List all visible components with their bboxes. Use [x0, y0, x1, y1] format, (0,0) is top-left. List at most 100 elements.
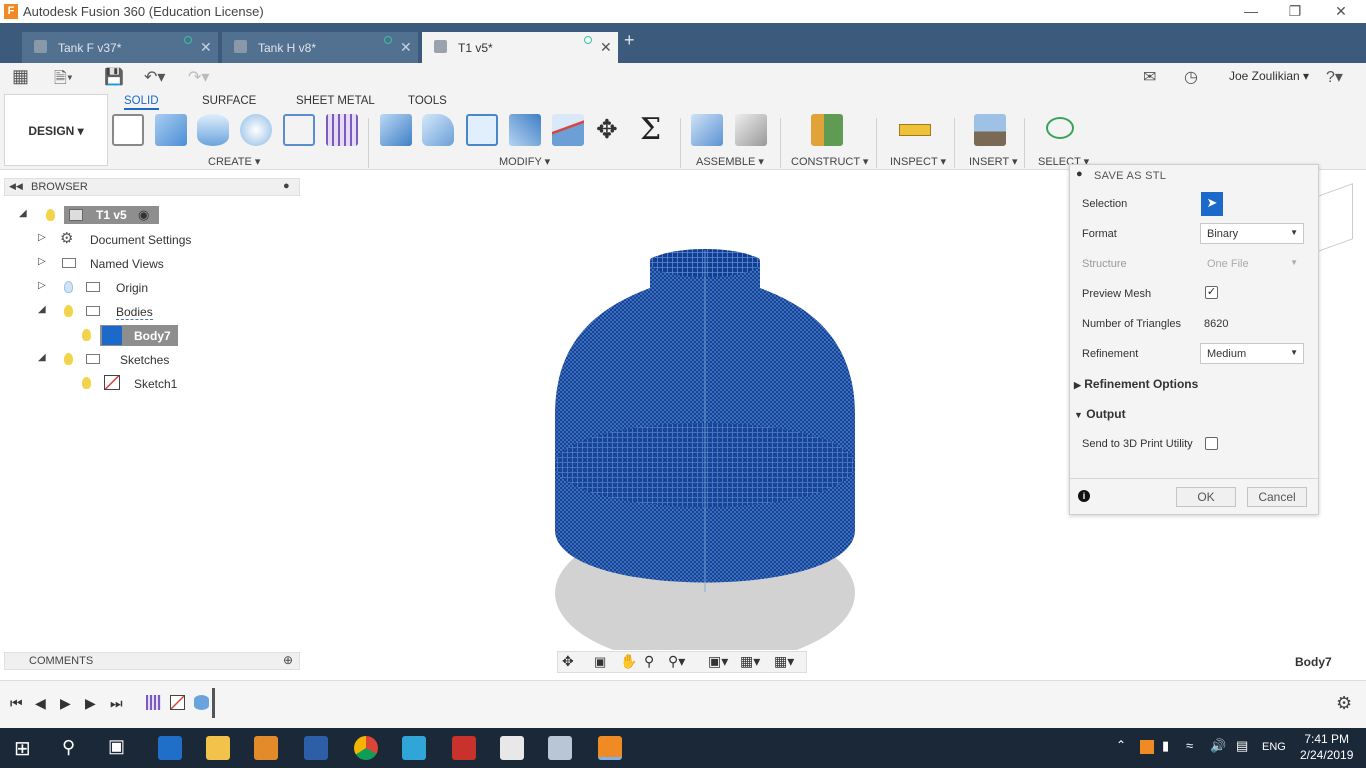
todo-app-icon[interactable] [304, 736, 328, 760]
notifications-icon[interactable]: ✉ [1143, 67, 1156, 87]
browser-item-named-views[interactable]: ▷ Named Views [4, 252, 304, 274]
insert-image-icon[interactable] [974, 114, 1006, 146]
timeline-settings-icon[interactable]: ⚙ [1336, 693, 1352, 714]
media-player-icon[interactable] [254, 736, 278, 760]
new-tab-button[interactable]: + [624, 30, 635, 51]
calculator-icon[interactable] [500, 736, 524, 760]
browser-item-body7[interactable]: Body7 [4, 324, 304, 346]
zoom-icon[interactable]: ⚲ [644, 653, 654, 670]
restore-button[interactable]: ❐ [1272, 0, 1318, 23]
show-hidden-icons[interactable]: ⌃ [1116, 738, 1126, 752]
close-tab-icon[interactable]: ✕ [600, 39, 612, 56]
ok-button[interactable]: OK [1176, 487, 1236, 507]
file-explorer-icon[interactable] [206, 736, 230, 760]
offset-plane-icon[interactable] [811, 114, 843, 146]
step-forward-icon[interactable]: ▶ [85, 695, 96, 712]
close-tab-icon[interactable]: ✕ [200, 39, 212, 56]
language-indicator[interactable]: ENG [1262, 741, 1286, 753]
task-view-icon[interactable]: ▣ [108, 736, 125, 757]
dialog-minimize-icon[interactable]: ● [1076, 168, 1083, 180]
go-to-end-icon[interactable]: ⏭ [110, 695, 123, 712]
create-sketch-icon[interactable] [112, 114, 144, 146]
tab-surface[interactable]: SURFACE [202, 95, 256, 107]
refinement-options-toggle[interactable]: ▶ Refinement Options [1074, 377, 1198, 391]
output-section-toggle[interactable]: ▼ Output [1074, 407, 1126, 421]
comments-panel[interactable]: COMMENTS ⊕ [4, 652, 300, 670]
browser-root[interactable]: ◢ T1 v5 ◉ [4, 204, 304, 226]
split-body-icon[interactable] [552, 114, 584, 146]
tab-solid[interactable]: SOLID [124, 95, 159, 110]
step-back-icon[interactable]: ◀ [35, 695, 46, 712]
tab-t1[interactable]: T1 v5* ✕ [422, 32, 618, 63]
timeline-marker[interactable] [212, 688, 215, 718]
visibility-bulb-icon[interactable] [64, 281, 73, 293]
visibility-bulb-icon[interactable] [64, 305, 73, 317]
taskbar-clock[interactable]: 7:41 PM 2/24/2019 [1300, 731, 1353, 763]
selection-pick-button[interactable]: ➤ [1201, 192, 1223, 216]
play-icon[interactable]: ▶ [60, 695, 71, 712]
grid-icon[interactable]: ▦▾ [740, 653, 760, 670]
parameters-icon[interactable]: Σ [640, 112, 661, 147]
measure-icon[interactable] [899, 124, 931, 136]
sketch-feature-icon[interactable] [170, 695, 185, 710]
add-comment-icon[interactable]: ⊕ [283, 653, 293, 667]
battery-icon[interactable]: ▮ [1162, 738, 1169, 754]
start-icon[interactable]: ⊞ [14, 736, 31, 761]
tab-sheet-metal[interactable]: SHEET METAL [296, 95, 375, 107]
help-icon[interactable]: ?▾ [1326, 67, 1343, 87]
search-icon[interactable]: ⚲ [62, 737, 75, 758]
shell-icon[interactable] [466, 114, 498, 146]
expand-triangle-icon[interactable]: ◢ [19, 208, 27, 219]
edge-icon[interactable] [158, 736, 182, 760]
assemble-menu[interactable]: ASSEMBLE ▾ [696, 155, 764, 168]
joint-icon[interactable] [735, 114, 767, 146]
display-settings-icon[interactable]: ▣▾ [708, 653, 728, 670]
fit-icon[interactable]: ⚲▾ [668, 653, 685, 670]
browser-item-bodies[interactable]: ◢ Bodies [4, 300, 304, 322]
select-icon[interactable] [1046, 117, 1074, 139]
form-icon[interactable] [326, 114, 358, 146]
combine-icon[interactable] [509, 114, 541, 146]
insert-menu[interactable]: INSERT ▾ [969, 155, 1018, 168]
refinement-select[interactable]: Medium ▼ [1200, 343, 1304, 364]
browser-item-sketch1[interactable]: Sketch1 [4, 372, 304, 394]
tab-tank-f[interactable]: Tank F v37* ✕ [22, 32, 218, 63]
expand-triangle-icon[interactable]: ▷ [38, 280, 46, 291]
fusion-taskbar-icon[interactable] [598, 736, 622, 760]
collapse-browser-icon[interactable]: ◀◀ [9, 181, 23, 192]
visibility-bulb-icon[interactable] [64, 353, 73, 365]
browser-item-document-settings[interactable]: ▷ ⚙ Document Settings [4, 228, 304, 250]
pdf-reader-icon[interactable] [452, 736, 476, 760]
wifi-icon[interactable]: ≈ [1186, 738, 1193, 753]
modify-menu[interactable]: MODIFY ▾ [499, 155, 550, 168]
viewports-icon[interactable]: ▦▾ [774, 653, 794, 670]
pan-icon[interactable]: ✋ [620, 653, 637, 670]
visibility-bulb-icon[interactable] [82, 329, 91, 341]
minimize-button[interactable]: — [1228, 0, 1274, 23]
action-center-icon[interactable]: ▤ [1236, 738, 1248, 754]
redo-icon[interactable]: ↷▾ [188, 67, 209, 87]
revolve-feature-icon[interactable] [194, 695, 209, 710]
expand-triangle-icon[interactable]: ▷ [38, 232, 46, 243]
create-menu[interactable]: CREATE ▾ [208, 155, 260, 168]
browser-header[interactable]: ◀◀ BROWSER ● [4, 178, 300, 196]
activate-radio-icon[interactable]: ◉ [138, 207, 149, 223]
close-window-button[interactable]: ✕ [1318, 0, 1364, 23]
close-tab-icon[interactable]: ✕ [400, 39, 412, 56]
orbit-icon[interactable]: ✥ [562, 653, 574, 670]
expand-triangle-icon[interactable]: ▷ [38, 256, 46, 267]
format-select[interactable]: Binary ▼ [1200, 223, 1304, 244]
user-menu[interactable]: Joe Zoulikian ▾ [1229, 69, 1309, 83]
expand-triangle-icon[interactable]: ◢ [38, 304, 46, 315]
snipping-tool-icon[interactable] [548, 736, 572, 760]
inspect-menu[interactable]: INSPECT ▾ [890, 155, 946, 168]
cancel-button[interactable]: Cancel [1247, 487, 1307, 507]
send-3d-print-checkbox[interactable] [1205, 437, 1218, 450]
info-icon[interactable]: i [1078, 490, 1090, 502]
undo-icon[interactable]: ↶▾ [144, 67, 165, 87]
tab-tank-h[interactable]: Tank H v8* ✕ [222, 32, 418, 63]
fillet-icon[interactable] [422, 114, 454, 146]
preview-mesh-checkbox[interactable]: ✓ [1205, 286, 1218, 299]
construct-menu[interactable]: CONSTRUCT ▾ [791, 155, 868, 168]
save-icon[interactable]: 💾 [104, 67, 124, 87]
